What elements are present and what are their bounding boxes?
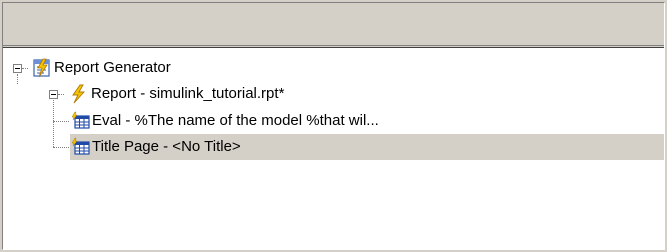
tree-node-label: Title Page - <No Title> <box>92 138 241 155</box>
tree-node-report-generator[interactable]: Report Generator <box>54 55 171 81</box>
tree-connector <box>53 147 69 149</box>
component-grid-icon <box>71 137 91 157</box>
tree-node-label: Report - simulink_tutorial.rpt* <box>91 85 285 102</box>
collapse-toggle-root[interactable] <box>13 64 22 73</box>
tree-connector <box>22 68 28 70</box>
tree-node-title-page[interactable]: Title Page - <No Title> <box>92 134 241 160</box>
report-generator-icon <box>32 58 52 78</box>
tree-node-label: Eval - %The name of the model %that wil.… <box>92 112 379 129</box>
tree-connector <box>53 100 55 147</box>
component-grid-icon <box>71 111 91 131</box>
tree-node-eval[interactable]: Eval - %The name of the model %that wil.… <box>92 108 379 134</box>
tree-node-label: Report Generator <box>54 59 171 76</box>
panel-header <box>3 3 664 46</box>
lightning-bolt-icon <box>68 84 88 104</box>
collapse-toggle-report[interactable] <box>49 90 58 99</box>
tree-connector <box>17 74 19 84</box>
report-tree[interactable]: Report Generator Report - simulink_tutor… <box>3 47 664 250</box>
tree-connector <box>58 94 64 96</box>
tree-connector <box>53 121 69 123</box>
tree-node-report[interactable]: Report - simulink_tutorial.rpt* <box>91 81 284 107</box>
